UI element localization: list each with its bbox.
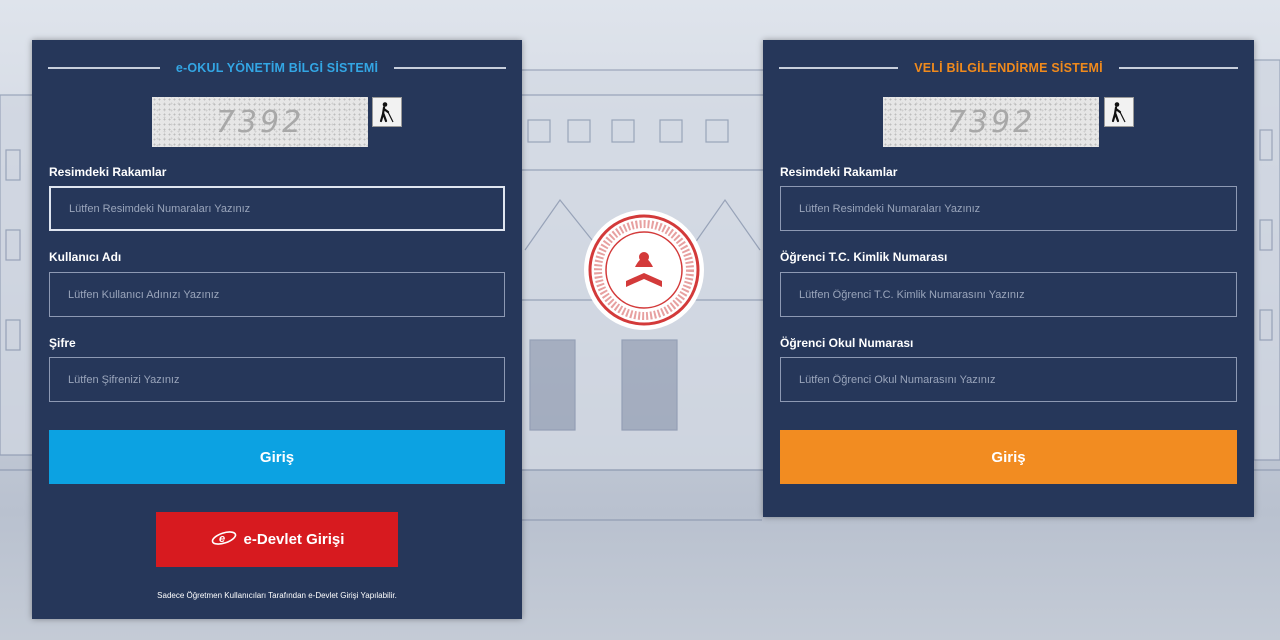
- svg-text:e: e: [219, 533, 225, 545]
- blind-person-icon[interactable]: [1104, 97, 1134, 127]
- password-input[interactable]: [49, 357, 505, 402]
- captcha-text: 7392: [946, 104, 1036, 140]
- login-button[interactable]: Giriş: [49, 430, 505, 484]
- captcha-text: 7392: [215, 104, 305, 140]
- login-button[interactable]: Giriş: [780, 430, 1237, 484]
- captcha-input[interactable]: [49, 186, 505, 231]
- captcha-row: 7392: [763, 97, 1254, 147]
- edevlet-logo-icon: e: [210, 530, 238, 550]
- panel-header: VELİ BİLGİLENDİRME SİSTEMİ: [779, 58, 1239, 78]
- header-divider-right: [394, 67, 507, 69]
- edevlet-login-button[interactable]: e e-Devlet Girişi: [156, 512, 398, 567]
- panel-title: e-OKUL YÖNETİM BİLGİ SİSTEMİ: [175, 61, 379, 75]
- school-number-label: Öğrenci Okul Numarası: [780, 336, 914, 350]
- ministry-seal-icon: [583, 209, 705, 331]
- captcha-image: 7392: [152, 97, 368, 147]
- student-id-label: Öğrenci T.C. Kimlik Numarası: [780, 250, 948, 264]
- captcha-label: Resimdeki Rakamlar: [780, 165, 898, 179]
- parent-info-panel: VELİ BİLGİLENDİRME SİSTEMİ 7392 Resimdek…: [763, 40, 1254, 517]
- eokul-login-panel: e-OKUL YÖNETİM BİLGİ SİSTEMİ 7392 Resimd…: [32, 40, 522, 619]
- username-label: Kullanıcı Adı: [49, 250, 122, 264]
- header-divider-left: [48, 67, 160, 69]
- captcha-row: 7392: [32, 97, 522, 147]
- username-input[interactable]: [49, 272, 505, 317]
- header-divider-left: [779, 67, 899, 69]
- school-number-input[interactable]: [780, 357, 1237, 402]
- edevlet-footnote: Sadece Öğretmen Kullanıcıları Tarafından…: [157, 591, 397, 600]
- edevlet-label: e-Devlet Girişi: [243, 531, 345, 548]
- panel-title: VELİ BİLGİLENDİRME SİSTEMİ: [914, 61, 1103, 75]
- student-id-input[interactable]: [780, 272, 1237, 317]
- header-divider-right: [1118, 67, 1239, 69]
- captcha-image: 7392: [883, 97, 1099, 147]
- captcha-input[interactable]: [780, 186, 1237, 231]
- password-label: Şifre: [49, 336, 76, 350]
- panel-header: e-OKUL YÖNETİM BİLGİ SİSTEMİ: [48, 58, 507, 78]
- captcha-label: Resimdeki Rakamlar: [49, 165, 167, 179]
- blind-person-icon[interactable]: [372, 97, 402, 127]
